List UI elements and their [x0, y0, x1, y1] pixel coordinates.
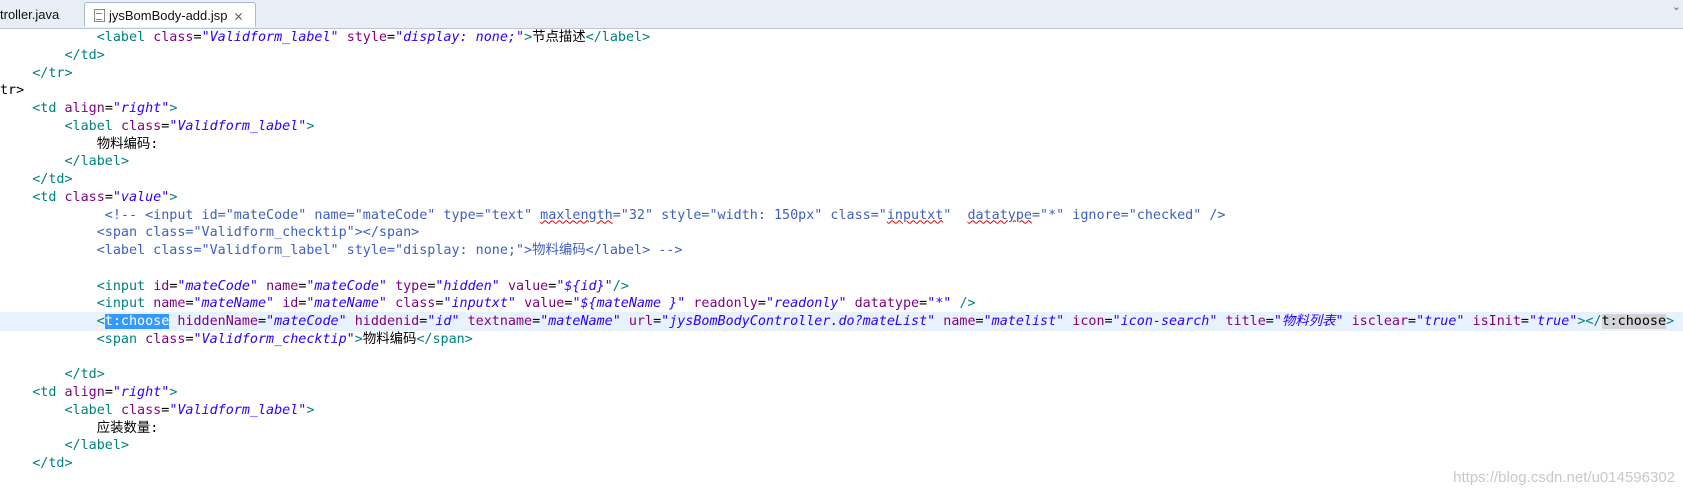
- tab-label: troller.java: [0, 7, 60, 22]
- code-line[interactable]: tr>: [0, 81, 1683, 100]
- code-line[interactable]: <input id="mateCode" name="mateCode" typ…: [0, 277, 1683, 296]
- code-line[interactable]: <td align="right">: [0, 383, 1683, 402]
- code-line[interactable]: </td>: [0, 170, 1683, 189]
- close-icon[interactable]: ⨯: [234, 4, 244, 29]
- code-line[interactable]: <label class="Validform_label" style="di…: [0, 28, 1683, 47]
- tab-label: jysBomBody-add.jsp: [109, 8, 228, 23]
- editor-tab-bar: troller.java jysBomBody-add.jsp ⨯ ⌄: [0, 0, 1683, 29]
- code-line[interactable]: </label>: [0, 152, 1683, 171]
- code-line[interactable]: </td>: [0, 365, 1683, 384]
- code-line[interactable]: <span class="Validform_checktip">物料编码</s…: [0, 330, 1683, 349]
- jsp-file-icon: [94, 9, 105, 22]
- code-line[interactable]: 应装数量:: [0, 419, 1683, 438]
- code-line[interactable]: 物料编码:: [0, 135, 1683, 154]
- watermark-url: https://blog.csdn.net/u014596302: [1453, 469, 1675, 486]
- code-line[interactable]: <label class="Validform_label">: [0, 401, 1683, 420]
- code-line[interactable]: <input name="mateName" id="mateName" cla…: [0, 294, 1683, 313]
- code-line[interactable]: <span class="Validform_checktip"></span>: [0, 223, 1683, 242]
- code-line[interactable]: <t:choose hiddenName="mateCode" hiddenid…: [0, 312, 1683, 331]
- code-line[interactable]: </tr>: [0, 64, 1683, 83]
- code-line[interactable]: [0, 259, 1683, 278]
- tab-jysbombody-add-jsp[interactable]: jysBomBody-add.jsp ⨯: [84, 2, 256, 27]
- code-line[interactable]: <label class="Validform_label">: [0, 117, 1683, 136]
- code-line[interactable]: </td>: [0, 46, 1683, 65]
- code-line[interactable]: <td align="right">: [0, 99, 1683, 118]
- tab-controller-java[interactable]: troller.java: [0, 2, 84, 27]
- code-line[interactable]: </label>: [0, 436, 1683, 455]
- code-line[interactable]: [0, 348, 1683, 367]
- code-line[interactable]: </td>: [0, 454, 1683, 473]
- chevron-down-icon[interactable]: ⌄: [1672, 0, 1681, 13]
- code-line[interactable]: <td class="value">: [0, 188, 1683, 207]
- code-line[interactable]: <label class="Validform_label" style="di…: [0, 241, 1683, 260]
- code-editor[interactable]: <label class="Validform_label" style="di…: [0, 28, 1683, 492]
- code-line[interactable]: <!-- <input id="mateCode" name="mateCode…: [0, 206, 1683, 225]
